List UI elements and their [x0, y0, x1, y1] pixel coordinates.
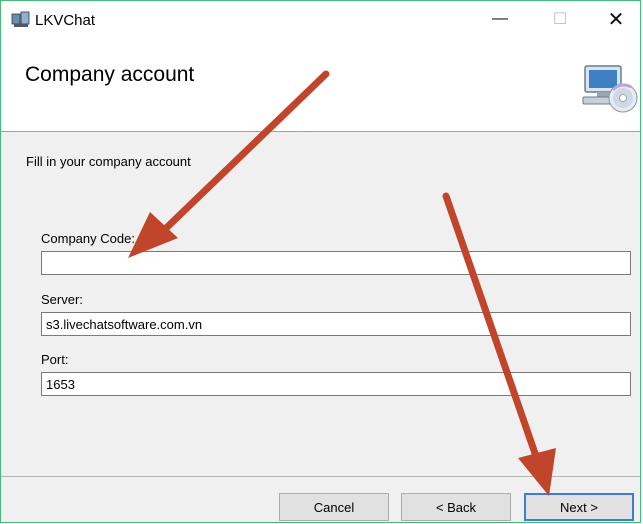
title-bar: LKVChat — ☐ ✕ — [1, 1, 640, 37]
port-label: Port: — [41, 352, 69, 367]
next-button[interactable]: Next > — [524, 493, 634, 521]
computer-cd-icon — [582, 65, 638, 113]
back-button[interactable]: < Back — [401, 493, 511, 521]
cancel-button[interactable]: Cancel — [279, 493, 389, 521]
port-input[interactable] — [41, 372, 631, 396]
wizard-footer: Cancel < Back Next > — [1, 476, 640, 522]
wizard-header: Company account — [1, 37, 640, 132]
close-button[interactable]: ✕ — [593, 1, 639, 37]
server-label: Server: — [41, 292, 83, 307]
company-code-input[interactable] — [41, 251, 631, 275]
installer-window: LKVChat — ☐ ✕ Company account Fill in yo… — [0, 0, 641, 523]
instruction-text: Fill in your company account — [26, 154, 191, 169]
minimize-button[interactable]: — — [477, 1, 523, 37]
maximize-button[interactable]: ☐ — [537, 1, 583, 37]
window-title: LKVChat — [35, 12, 96, 29]
wizard-content: Fill in your company account Company Cod… — [1, 132, 640, 476]
app-icon — [11, 11, 30, 27]
company-code-label: Company Code: — [41, 231, 135, 246]
page-title: Company account — [25, 63, 195, 86]
server-input[interactable] — [41, 312, 631, 336]
